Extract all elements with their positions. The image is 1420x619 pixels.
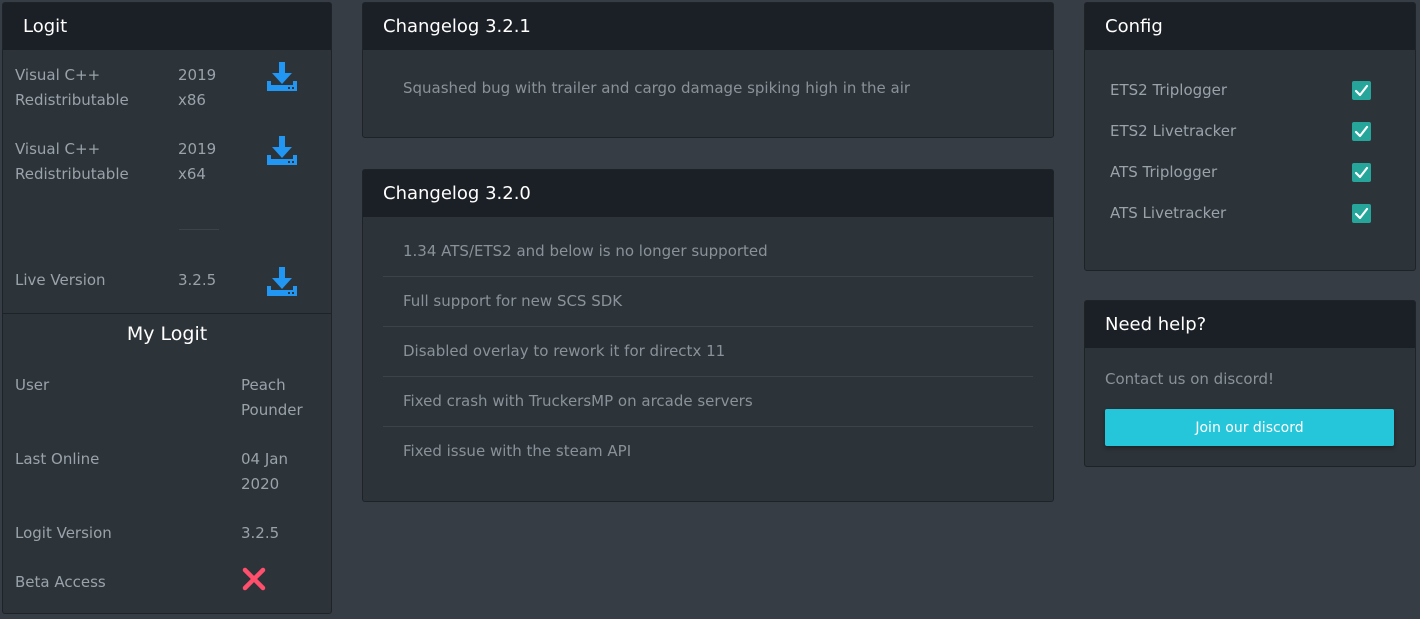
- config-label: ATS Livetracker: [1110, 204, 1227, 222]
- changelog-list: Squashed bug with trailer and cargo dama…: [363, 50, 1053, 113]
- config-label: ETS2 Livetracker: [1110, 122, 1237, 140]
- download-name: Visual C++ Redistributable: [15, 66, 129, 109]
- changelog-item: Disabled overlay to rework it for direct…: [383, 327, 1033, 377]
- my-logit-title: My Logit: [126, 323, 208, 345]
- checkbox-checked-icon[interactable]: [1352, 204, 1371, 223]
- checkbox-checked-icon[interactable]: [1352, 81, 1371, 100]
- info-value: 3.2.5: [241, 524, 280, 542]
- config-label: ETS2 Triplogger: [1110, 81, 1228, 99]
- config-panel: Config ETS2 Triplogger ETS2 Livetracker …: [1084, 2, 1416, 271]
- config-item-ats-triplogger: ATS Triplogger: [1110, 152, 1390, 193]
- logit-panel-title: Logit: [3, 3, 331, 50]
- logit-panel: Logit Visual C++ Redistributable 2019 x8…: [2, 2, 332, 614]
- info-value: Peach Pounder: [241, 376, 303, 419]
- info-label: Last Online: [15, 450, 100, 468]
- help-panel: Need help? Contact us on discord! Join o…: [1084, 300, 1416, 467]
- info-label: Logit Version: [15, 524, 112, 542]
- cross-icon: [242, 567, 266, 591]
- changelog-title: Changelog 3.2.0: [363, 170, 1053, 217]
- info-value: 04 Jan 2020: [241, 450, 288, 493]
- download-icon[interactable]: [264, 133, 300, 169]
- download-version: 3.2.5: [178, 271, 217, 289]
- info-label: User: [15, 376, 50, 394]
- download-version: 2019 x86: [178, 66, 217, 109]
- checkbox-checked-icon[interactable]: [1352, 163, 1371, 182]
- changelog-list: 1.34 ATS/ETS2 and below is no longer sup…: [363, 217, 1053, 476]
- changelog-item: Squashed bug with trailer and cargo dama…: [403, 79, 911, 97]
- checkbox-checked-icon[interactable]: [1352, 122, 1371, 141]
- config-item-ats-livetracker: ATS Livetracker: [1110, 193, 1390, 234]
- download-icon[interactable]: [264, 264, 300, 300]
- config-list: ETS2 Triplogger ETS2 Livetracker ATS Tri…: [1085, 50, 1415, 234]
- divider: [3, 313, 331, 314]
- help-title: Need help?: [1085, 301, 1415, 348]
- info-label: Beta Access: [15, 573, 106, 591]
- changelog-title: Changelog 3.2.1: [363, 3, 1053, 50]
- changelog-item: Fixed crash with TruckersMP on arcade se…: [383, 377, 1033, 427]
- download-version: 2019 x64: [178, 140, 217, 183]
- changelog-item: Full support for new SCS SDK: [383, 277, 1033, 327]
- download-name: Live Version: [15, 271, 106, 289]
- changelog-item: 1.34 ATS/ETS2 and below is no longer sup…: [383, 227, 1033, 277]
- changelog-3-2-1-panel: Changelog 3.2.1 Squashed bug with traile…: [362, 2, 1054, 138]
- config-item-ets2-triplogger: ETS2 Triplogger: [1110, 70, 1390, 111]
- help-text: Contact us on discord!: [1105, 370, 1275, 388]
- download-name: Visual C++ Redistributable: [15, 140, 129, 183]
- config-label: ATS Triplogger: [1110, 163, 1218, 181]
- config-title: Config: [1085, 3, 1415, 50]
- divider: [179, 229, 219, 230]
- changelog-item: Fixed issue with the steam API: [403, 442, 632, 460]
- join-discord-button[interactable]: Join our discord: [1105, 409, 1394, 446]
- config-item-ets2-livetracker: ETS2 Livetracker: [1110, 111, 1390, 152]
- changelog-3-2-0-panel: Changelog 3.2.0 1.34 ATS/ETS2 and below …: [362, 169, 1054, 502]
- download-icon[interactable]: [264, 59, 300, 95]
